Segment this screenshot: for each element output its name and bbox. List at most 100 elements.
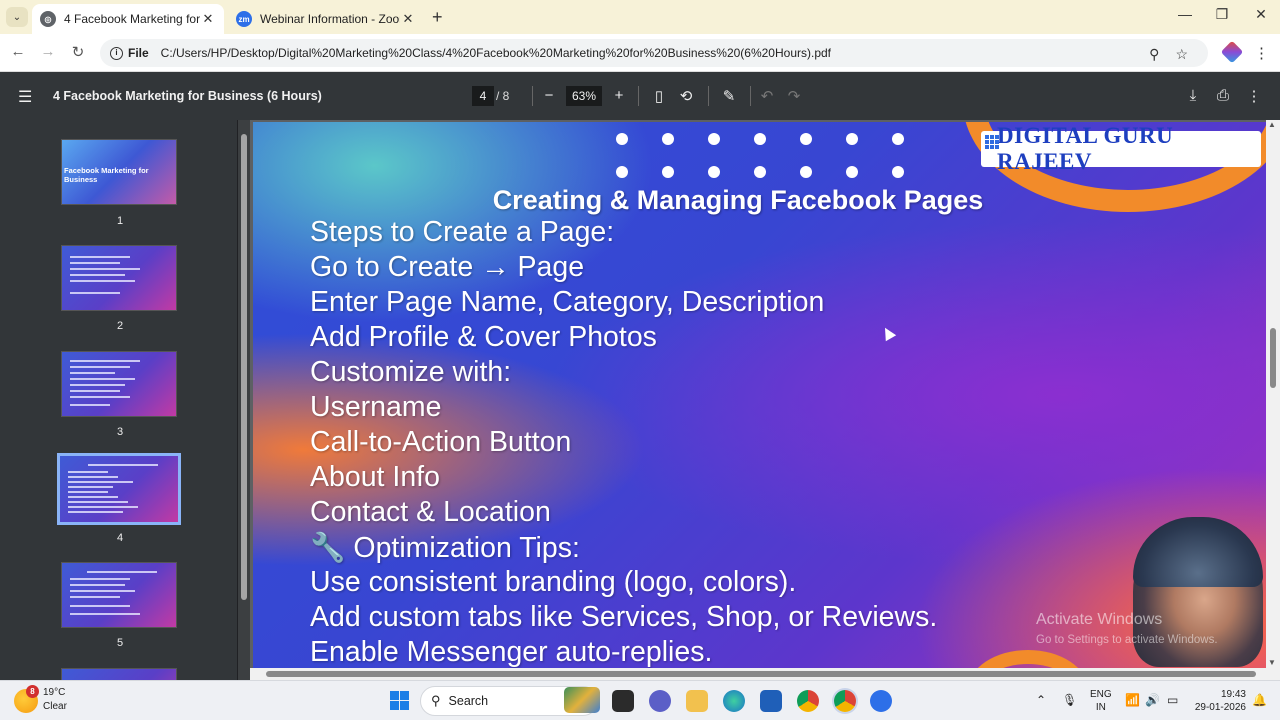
temperature[interactable]: 19°C — [43, 687, 65, 698]
microphone-icon[interactable]: 🎙 — [1062, 693, 1077, 707]
notifications-icon[interactable]: 🔔 — [1252, 693, 1267, 707]
page-number-input[interactable]: 4 — [472, 86, 494, 106]
tab-zoom-webinar[interactable]: zm Webinar Information - Zoom ✕ — [228, 4, 424, 34]
thumbnail-page-3[interactable] — [61, 351, 177, 417]
rotate-icon[interactable]: ⟲ — [676, 87, 696, 105]
edge-icon[interactable] — [723, 690, 745, 712]
annotate-icon[interactable]: ✎ — [719, 87, 739, 105]
slide-line: Add custom tabs like Services, Shop, or … — [310, 601, 938, 633]
fit-page-icon[interactable]: ▯ — [649, 87, 669, 105]
info-icon[interactable]: i — [110, 46, 123, 60]
slide-line: Customize with: — [310, 356, 512, 388]
print-icon[interactable]: ⎙ — [1213, 87, 1233, 104]
restore-icon[interactable]: ❐ — [1207, 6, 1237, 23]
widgets-icon[interactable] — [564, 687, 600, 713]
clock-date: 29-01-2026 — [1194, 702, 1246, 713]
zoom-out-icon[interactable]: − — [539, 87, 559, 104]
extension-icon[interactable] — [1220, 40, 1244, 64]
thumbnail-scrollbar[interactable] — [238, 120, 250, 680]
forward-icon[interactable]: → — [38, 43, 58, 60]
reload-icon[interactable]: ↻ — [68, 43, 88, 61]
slide-line: Username — [310, 391, 442, 423]
scrollbar-thumb[interactable] — [241, 134, 247, 600]
avatar-hair — [1133, 517, 1263, 587]
thumbnail-page-4[interactable] — [57, 453, 181, 525]
tab-title: Webinar Information - Zoom — [260, 12, 400, 26]
divider — [532, 86, 533, 106]
minimize-icon[interactable]: — — [1170, 6, 1200, 22]
thumbnail-page-2[interactable] — [61, 245, 177, 311]
back-icon[interactable]: ← — [8, 43, 28, 60]
slide-line: Enable Messenger auto-replies. — [310, 636, 713, 668]
file-explorer-icon[interactable] — [686, 690, 708, 712]
browser-toolbar: ← → ↻ i File C:/Users/HP/Desktop/Digital… — [0, 34, 1280, 72]
scrollbar-thumb[interactable] — [266, 671, 1256, 677]
download-icon[interactable]: ⤓ — [1183, 87, 1203, 104]
slide-line: Contact & Location — [310, 496, 551, 528]
weather-condition[interactable]: Clear — [43, 701, 67, 712]
volume-icon[interactable]: 🔊 — [1145, 693, 1160, 707]
pdf-page-4: DIGITAL GURU RAJEEV Creating & Managing … — [253, 122, 1266, 668]
pdf-viewer: DIGITAL GURU RAJEEV Creating & Managing … — [250, 120, 1280, 680]
thumbnail-page-6[interactable] — [61, 668, 177, 680]
scrollbar-thumb[interactable] — [1270, 328, 1276, 388]
thumbnail-image — [62, 563, 176, 627]
thumbnail-image — [60, 456, 178, 522]
windows-start-icon[interactable] — [390, 691, 409, 710]
page-scrollbar[interactable]: ▲ ▼ — [1266, 120, 1280, 680]
show-hidden-icons[interactable]: ⌃ — [1036, 693, 1046, 707]
undo-icon[interactable]: ↶ — [757, 87, 777, 105]
slide-line: Call-to-Action Button — [310, 426, 572, 458]
chat-icon[interactable] — [649, 690, 671, 712]
logo-mark-icon — [985, 135, 999, 149]
zoom-app-icon[interactable] — [870, 690, 892, 712]
thumbnail-page-1[interactable]: Facebook Marketing for Business — [61, 139, 177, 205]
search-icon: ⚲ — [431, 693, 441, 708]
divider — [638, 86, 639, 106]
thumbnail-number: 4 — [116, 532, 124, 544]
thumbnail-image — [62, 352, 176, 416]
wifi-icon[interactable]: 📶 — [1125, 693, 1140, 707]
language-indicator[interactable]: ENG IN — [1090, 688, 1112, 714]
chrome-active-icon[interactable] — [834, 690, 856, 712]
store-icon[interactable] — [760, 690, 782, 712]
address-bar[interactable]: i File C:/Users/HP/Desktop/Digital%20Mar… — [100, 39, 1208, 67]
globe-icon: ◎ — [40, 11, 56, 27]
chrome-icon[interactable] — [797, 690, 819, 712]
document-title: 4 Facebook Marketing for Business (6 Hou… — [53, 89, 322, 103]
pdf-toolbar: ☰ 4 Facebook Marketing for Business (6 H… — [0, 72, 1280, 120]
thumbnail-page-5[interactable] — [61, 562, 177, 628]
more-options-icon[interactable]: ⋮ — [1244, 87, 1264, 105]
thumbnail-caption: Facebook Marketing for Business — [64, 166, 149, 184]
zoom-in-icon[interactable]: + — [609, 87, 629, 104]
weather-badge: 8 — [26, 685, 39, 698]
slide-line: Steps to Create a Page: — [310, 216, 615, 248]
browser-menu-icon[interactable]: ⋮ — [1254, 44, 1269, 62]
zoom-level-input[interactable]: 63% — [566, 86, 602, 106]
scroll-up-icon[interactable]: ▲ — [1268, 120, 1276, 129]
zoom-magnifier-icon[interactable]: ⚲ — [1149, 46, 1159, 63]
url-text[interactable]: C:/Users/HP/Desktop/Digital%20Marketing%… — [161, 46, 831, 60]
close-tab-icon[interactable]: ✕ — [200, 11, 216, 27]
thumbnail-image — [62, 246, 176, 310]
system-clock[interactable]: 19:43 29-01-2026 — [1190, 688, 1246, 714]
new-tab-button[interactable]: + — [432, 7, 443, 28]
slide-title: Creating & Managing Facebook Pages — [492, 185, 984, 215]
horizontal-scrollbar[interactable] — [250, 668, 1266, 680]
close-tab-icon[interactable]: ✕ — [400, 11, 416, 27]
slide-line: Add Profile & Cover Photos — [310, 321, 657, 353]
redo-icon[interactable]: ↷ — [784, 87, 804, 105]
battery-icon[interactable]: ▭ — [1167, 693, 1178, 707]
thumbnail-image: Facebook Marketing for Business — [62, 140, 176, 204]
bookmark-star-icon[interactable]: ☆ — [1175, 46, 1188, 63]
sidebar-menu-icon[interactable]: ☰ — [18, 87, 32, 107]
thumbnail-sidebar: Facebook Marketing for Business 1 2 3 4 — [0, 120, 237, 680]
tab-facebook-marketing-pdf[interactable]: ◎ 4 Facebook Marketing for Busin ✕ — [32, 4, 224, 34]
tab-search-button[interactable]: ⌄ — [6, 7, 28, 27]
slide-line: Use consistent branding (logo, colors). — [310, 566, 797, 598]
zoom-icon: zm — [236, 11, 252, 27]
scroll-down-icon[interactable]: ▼ — [1268, 658, 1276, 667]
close-window-icon[interactable]: ✕ — [1246, 6, 1276, 23]
total-pages: 8 — [502, 89, 510, 103]
task-view-icon[interactable] — [612, 690, 634, 712]
